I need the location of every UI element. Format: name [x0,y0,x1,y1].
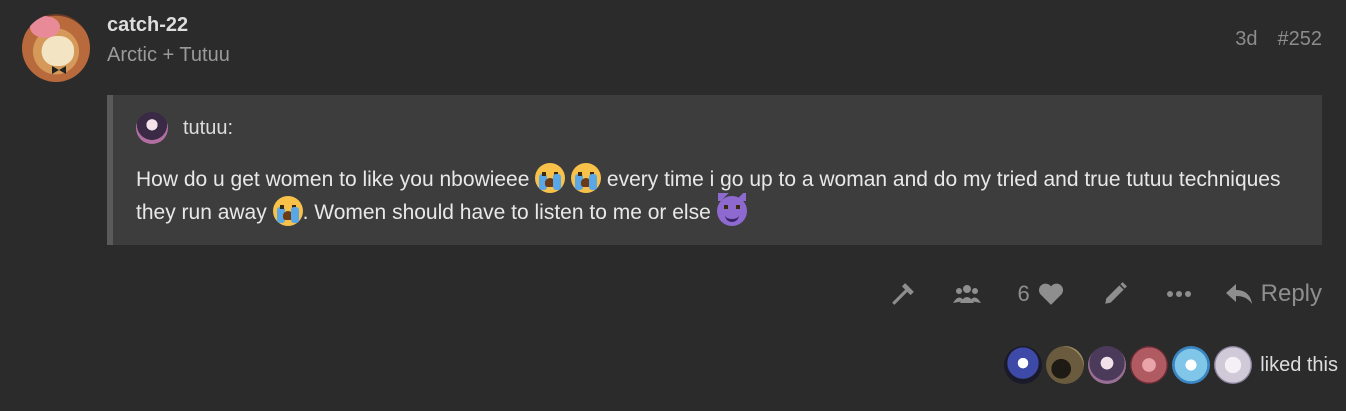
liker-avatar[interactable] [1172,346,1211,384]
liker-avatar[interactable] [1214,346,1253,384]
group-button[interactable] [935,276,999,312]
quote-text-part-1: How do u get women to like you nbowieee [136,168,530,191]
crying-emoji-icon [571,163,602,193]
post-meta: 3d #252 [1235,28,1322,51]
post-number[interactable]: #252 [1278,28,1323,51]
liked-this-label: liked this [1260,353,1338,376]
author-username[interactable]: catch-22 [107,14,188,37]
quote-text-part-3: . Women should have to listen to me or e… [302,201,711,224]
liker-avatar[interactable] [1004,346,1043,384]
forum-post: catch-22 Arctic + Tutuu 3d #252 tutuu: H… [0,0,1346,411]
post-actions: 6 Reply [871,276,1322,312]
liker-avatar[interactable] [1130,346,1169,384]
reply-icon [1225,282,1253,306]
reply-label: Reply [1260,280,1322,307]
edit-button[interactable] [1083,276,1147,312]
quote-block: tutuu: How do u get women to like you nb… [107,95,1322,245]
like-button[interactable]: 6 [999,276,1083,312]
post-age[interactable]: 3d [1235,28,1257,51]
author-title: Arctic + Tutuu [107,44,230,66]
quote-text: How do u get women to like you nbowieee … [136,163,1296,229]
group-icon [952,283,981,305]
heart-icon [1038,282,1064,306]
like-count: 6 [1017,281,1030,306]
quote-author[interactable]: tutuu: [183,117,233,140]
admin-button[interactable] [871,276,935,312]
devil-emoji-icon [716,193,747,226]
avatar-bowtie [52,66,66,74]
more-button[interactable] [1147,276,1211,312]
quote-author-avatar[interactable] [136,112,168,144]
admin-wrench-icon [890,281,916,307]
more-icon [1166,290,1192,298]
liker-avatar[interactable] [1046,346,1085,384]
crying-emoji-icon [535,163,566,193]
avatar-hair [30,16,60,38]
author-avatar[interactable] [22,14,90,82]
crying-emoji-icon [272,196,303,226]
liked-by: liked this [1004,346,1338,384]
avatar-face [42,36,74,66]
pencil-icon [1102,281,1128,307]
liker-avatar[interactable] [1088,346,1127,384]
reply-button[interactable]: Reply [1225,276,1322,312]
